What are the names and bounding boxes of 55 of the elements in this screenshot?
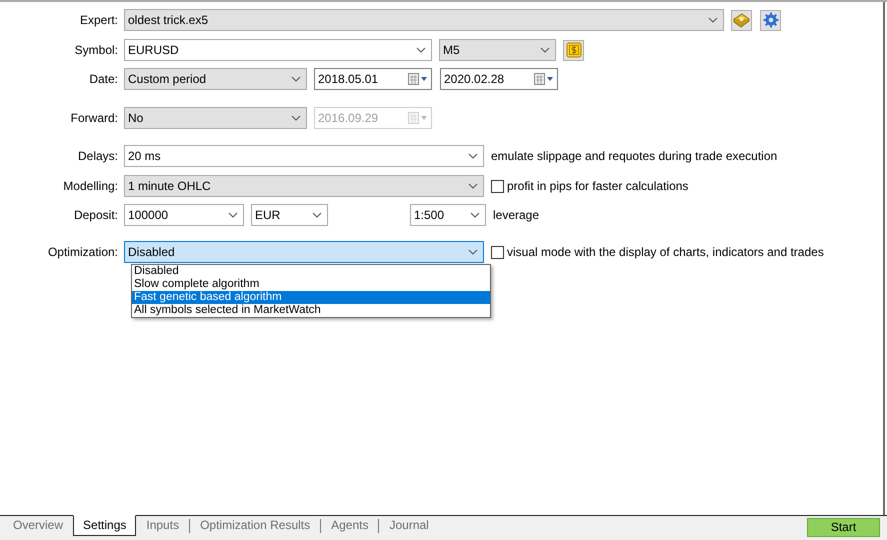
- date-field[interactable]: 2020.02.28: [440, 68, 558, 90]
- field-label: Optimization:: [46, 244, 119, 261]
- dropdown-field[interactable]: oldest trick.ex5: [124, 9, 724, 31]
- chevron-icon: [540, 47, 550, 53]
- dropdown-field[interactable]: 1:500: [410, 204, 486, 226]
- field-label: Delays:: [76, 148, 119, 165]
- tab[interactable]: Inputs: [136, 515, 190, 536]
- chevron-icon: [416, 47, 426, 53]
- dropdown-field[interactable]: Disabled: [124, 241, 484, 263]
- field-label: Forward:: [70, 110, 119, 127]
- chevron-icon: [708, 17, 718, 23]
- tab[interactable]: Overview: [3, 515, 74, 536]
- chevron-icon: [291, 76, 301, 82]
- gear-button[interactable]: [760, 10, 781, 30]
- date-field[interactable]: 2018.05.01: [314, 68, 432, 90]
- calendar-icon[interactable]: [408, 73, 428, 85]
- dropdown-field[interactable]: EUR: [251, 204, 328, 226]
- dropdown-option[interactable]: Disabled: [132, 265, 490, 278]
- calendar-icon[interactable]: [534, 73, 554, 85]
- dropdown-field[interactable]: 20 ms: [124, 145, 484, 167]
- field-label: Deposit:: [72, 207, 119, 224]
- field-label: Modelling:: [62, 178, 119, 195]
- checkbox[interactable]: [491, 246, 504, 258]
- checkbox-label: visual mode with the display of charts, indicators and trades: [507, 244, 824, 261]
- chevron-icon: [228, 212, 238, 218]
- gear-icon: [762, 12, 778, 28]
- checkbox-label: profit in pips for faster calculations: [507, 178, 688, 195]
- checkbox[interactable]: [491, 180, 504, 192]
- tab[interactable]: Agents: [321, 515, 378, 536]
- dropdown-field[interactable]: EURUSD: [124, 39, 432, 61]
- dropdown-field[interactable]: 100000: [124, 204, 244, 226]
- hint-text: leverage: [493, 207, 540, 224]
- field-label: Symbol:: [74, 42, 119, 59]
- start-button[interactable]: Start: [807, 518, 880, 537]
- tab[interactable]: Journal: [379, 515, 439, 536]
- dropdown-field[interactable]: 1 minute OHLC: [124, 175, 484, 197]
- chevron-icon: [312, 212, 322, 218]
- dropdown-option[interactable]: Fast genetic based algorithm: [132, 291, 490, 304]
- dropdown-field[interactable]: M5: [439, 39, 556, 61]
- dropdown-option[interactable]: Slow complete algorithm: [132, 278, 490, 291]
- dropdown-option[interactable]: All symbols selected in MarketWatch: [132, 304, 490, 317]
- chevron-icon: [470, 212, 480, 218]
- hint-text: emulate slippage and requotes during trade execution: [491, 148, 778, 165]
- chevron-icon: [291, 115, 301, 121]
- field-label: Date:: [88, 71, 119, 88]
- chevron-icon: [468, 183, 478, 189]
- chevron-icon: [468, 249, 478, 255]
- tab[interactable]: Optimization Results: [190, 515, 320, 536]
- dropdown-field[interactable]: No: [124, 107, 307, 129]
- dropdown-field[interactable]: Custom period: [124, 68, 307, 90]
- money-icon: [566, 42, 582, 58]
- field-label: Expert:: [78, 12, 119, 29]
- chevron-icon: [468, 153, 478, 159]
- money-button[interactable]: [563, 40, 584, 60]
- tab[interactable]: Settings: [73, 515, 136, 536]
